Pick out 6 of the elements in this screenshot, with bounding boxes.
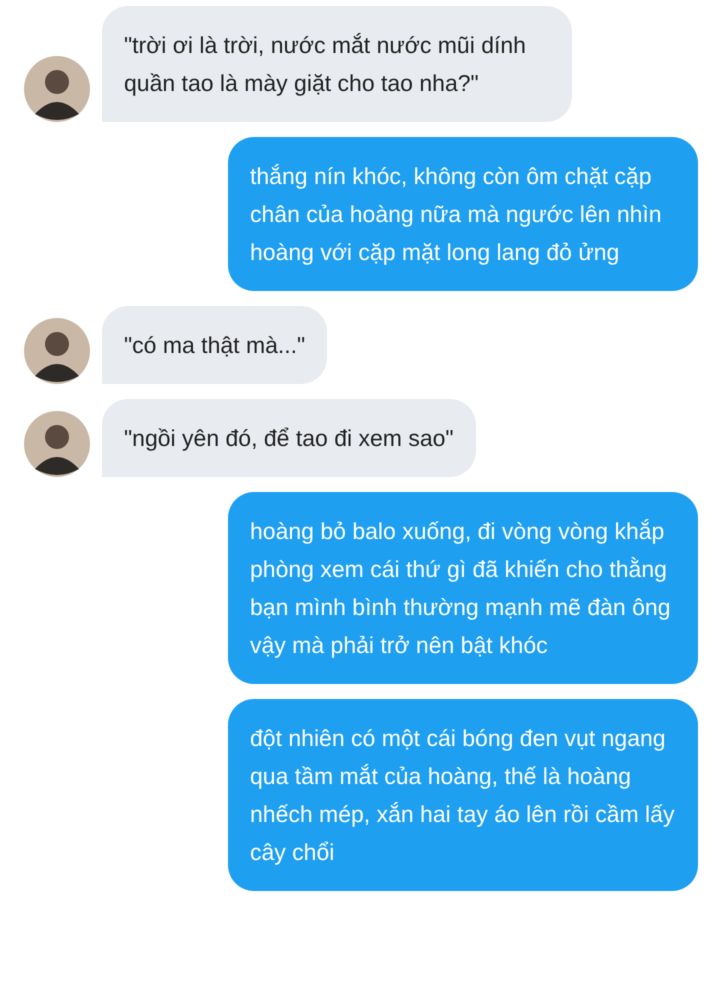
message-bubble: "trời ơi là trời, nước mắt nước mũi dính quần tao là mày giặt cho tao nha?" bbox=[102, 6, 572, 122]
message-bubble: hoàng bỏ balo xuống, đi vòng vòng khắp phòng xem cái thứ gì đã khiến cho thằng bạn mình bình thường mạnh mẽ đàn ông vậy mà phải trở nên bật khóc bbox=[228, 492, 698, 684]
message-bubble: thắng nín khóc, không còn ôm chặt cặp chân của hoàng nữa mà ngước lên nhìn hoàng với cặp mặt long lang đỏ ửng bbox=[228, 137, 698, 291]
message-bubble: đột nhiên có một cái bóng đen vụt ngang qua tầm mắt của hoàng, thế là hoàng nhếch mép, xắn hai tay áo lên rồi cầm lấy cây chổi bbox=[228, 699, 698, 891]
message-bubble: "có ma thật mà..." bbox=[102, 306, 328, 384]
message-bubble: "ngồi yên đó, để tao đi xem sao" bbox=[102, 399, 476, 477]
